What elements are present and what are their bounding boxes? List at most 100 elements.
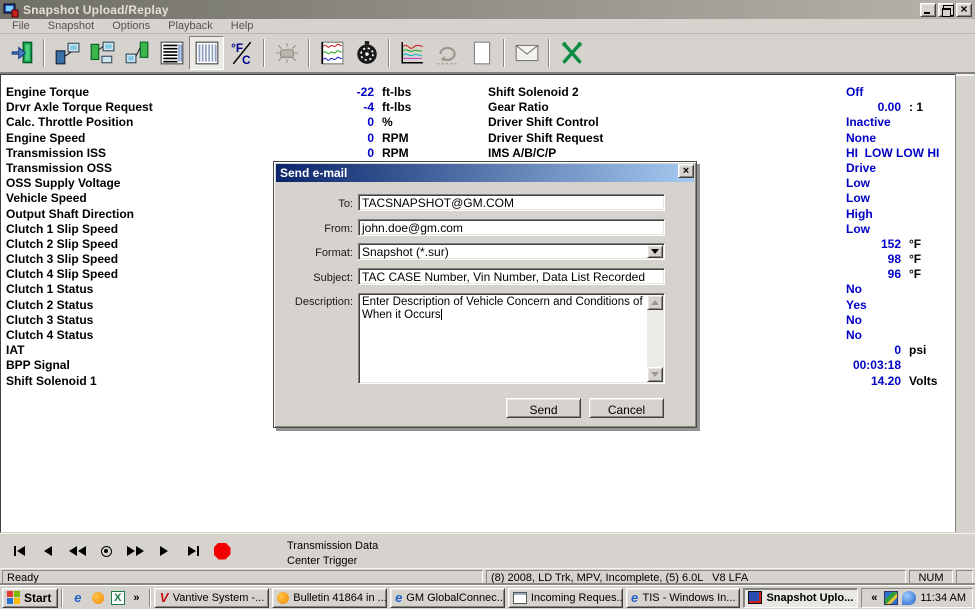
task-icon [748, 590, 762, 605]
gauge-icon[interactable] [349, 36, 384, 70]
go-to-start-button[interactable] [8, 542, 30, 560]
scroll-down-icon[interactable] [647, 367, 663, 382]
param-value-right: Yes [846, 298, 867, 312]
taskbar: Start » Vantive System -... Bulletin 418… [0, 585, 975, 609]
fast-forward-button[interactable] [124, 542, 146, 560]
chevron-right-icon[interactable]: » [130, 592, 142, 604]
param-value-right: 14.20 [809, 374, 901, 388]
fahrenheit-celsius-toggle-icon[interactable]: °FC [224, 36, 259, 70]
description-scrollbar[interactable] [647, 295, 663, 382]
format-dropdown[interactable]: Snapshot (*.sur) [358, 243, 665, 260]
restore-icon[interactable] [938, 3, 954, 17]
task-label: Incoming Reques... [531, 592, 623, 604]
param-value-right: 96 [809, 267, 901, 281]
send-button[interactable]: Send [506, 398, 581, 418]
taskbar-task-button[interactable]: Snapshot Uplo... [743, 588, 858, 608]
play-button[interactable] [153, 542, 175, 560]
param-label-left: Clutch 2 Status [6, 298, 93, 312]
status-grip [956, 570, 973, 584]
trigger-info: Transmission Data Center Trigger [287, 539, 378, 569]
close-icon[interactable] [956, 3, 972, 17]
param-value-right: 00:03:18 [809, 358, 901, 372]
task-label: Bulletin 41864 in ... [293, 592, 387, 604]
replay-disabled-icon [429, 36, 464, 70]
taskbar-task-button[interactable]: Incoming Reques... [508, 588, 623, 608]
app-icon [3, 2, 19, 18]
task-icon [513, 590, 527, 605]
excel-icon[interactable] [110, 590, 125, 605]
menu-item[interactable]: Snapshot [39, 19, 103, 33]
param-value-right: No [846, 328, 862, 342]
toolbar: °FC [0, 34, 975, 74]
taskbar-task-button[interactable]: GM GlobalConnec... [390, 588, 505, 608]
data-list-vertical-icon[interactable] [189, 36, 224, 70]
taskbar-task-button[interactable]: Vantive System -... [154, 588, 269, 608]
transfer-to-device-icon[interactable] [119, 36, 154, 70]
data-list-horizontal-icon[interactable] [154, 36, 189, 70]
data-row[interactable]: Drvr Axle Torque Request -4 ft-lbs Gear … [1, 100, 955, 115]
dialog-titlebar[interactable]: Send e-mail [276, 164, 694, 182]
svg-text:C: C [242, 53, 251, 66]
go-to-end-button[interactable] [182, 542, 204, 560]
dashboard-disabled-icon [269, 36, 304, 70]
menu-bar: File Snapshot Options Playback Help [0, 19, 975, 34]
scroll-up-icon[interactable] [647, 295, 663, 310]
snapshot-upload-replay-window: Snapshot Upload/Replay File Snapshot Opt… [0, 0, 975, 609]
taskbar-task-button[interactable]: Bulletin 41864 in ... [272, 588, 387, 608]
dialog-close-icon[interactable]: × [678, 164, 694, 178]
task-label: Snapshot Uplo... [766, 592, 853, 604]
minimize-icon[interactable] [920, 3, 936, 17]
chevron-down-icon[interactable] [647, 245, 663, 258]
param-label-left: Clutch 1 Slip Speed [6, 222, 118, 236]
menu-item[interactable]: Help [222, 19, 263, 33]
param-value-right: 0 [809, 343, 901, 357]
from-field[interactable]: john.doe@gm.com [358, 219, 665, 236]
record-stop-icon [214, 543, 231, 560]
new-page-icon[interactable] [464, 36, 499, 70]
send-email-icon[interactable] [509, 36, 544, 70]
internet-explorer-icon[interactable] [70, 590, 85, 605]
to-field[interactable]: TACSNAPSHOT@GM.COM [358, 194, 665, 211]
strip-chart-icon[interactable] [314, 36, 349, 70]
data-row[interactable]: Engine Speed 0 RPM Driver Shift Request … [1, 131, 955, 146]
menu-item[interactable]: Options [103, 19, 159, 33]
param-label-right: IMS A/B/C/P [488, 146, 556, 160]
menu-item[interactable]: Playback [159, 19, 222, 33]
record-button[interactable] [211, 542, 233, 560]
upload-from-vehicle-icon[interactable] [49, 36, 84, 70]
subject-value: TAC CASE Number, Vin Number, Data List R… [362, 270, 645, 284]
data-row[interactable]: Transmission ISS 0 RPM IMS A/B/C/P HI LO… [1, 146, 955, 161]
network-map-tray-icon[interactable] [884, 591, 898, 605]
chevron-left-icon[interactable]: « [868, 592, 880, 604]
param-label-left: Vehicle Speed [6, 191, 87, 205]
clock[interactable]: 11:34 AM [920, 592, 966, 604]
task-icon [395, 590, 402, 605]
line-graph-icon[interactable] [394, 36, 429, 70]
start-label: Start [24, 591, 51, 605]
start-button[interactable]: Start [2, 588, 58, 608]
center-trigger-button[interactable] [95, 542, 117, 560]
step-back-button[interactable] [37, 542, 59, 560]
data-row[interactable]: Engine Torque -22 ft-lbs Shift Solenoid … [1, 85, 955, 100]
subject-field[interactable]: TAC CASE Number, Vin Number, Data List R… [358, 268, 665, 285]
param-label-left: Clutch 2 Slip Speed [6, 237, 118, 251]
setup-tools-icon[interactable] [554, 36, 589, 70]
data-row[interactable]: Calc. Throttle Position 0 % Driver Shift… [1, 115, 955, 130]
description-field[interactable]: Enter Description of Vehicle Concern and… [358, 293, 665, 384]
quick-launch: » [66, 590, 146, 605]
windows-flag-icon [7, 591, 21, 604]
rewind-button[interactable] [66, 542, 88, 560]
toolbar-separator [503, 39, 505, 67]
orange-app-icon[interactable] [90, 590, 105, 605]
task-icon [159, 590, 168, 605]
taskbar-task-button[interactable]: TIS - Windows In... [626, 588, 741, 608]
param-value-right: 152 [809, 237, 901, 251]
param-label-left: Output Shaft Direction [6, 207, 134, 221]
messenger-tray-icon[interactable] [902, 591, 916, 605]
to-value: TACSNAPSHOT@GM.COM [362, 196, 514, 210]
transfer-to-pc-icon[interactable] [84, 36, 119, 70]
menu-item[interactable]: File [3, 19, 39, 33]
exit-icon[interactable] [4, 36, 39, 70]
param-label-right: Shift Solenoid 2 [488, 85, 579, 99]
cancel-button[interactable]: Cancel [589, 398, 664, 418]
